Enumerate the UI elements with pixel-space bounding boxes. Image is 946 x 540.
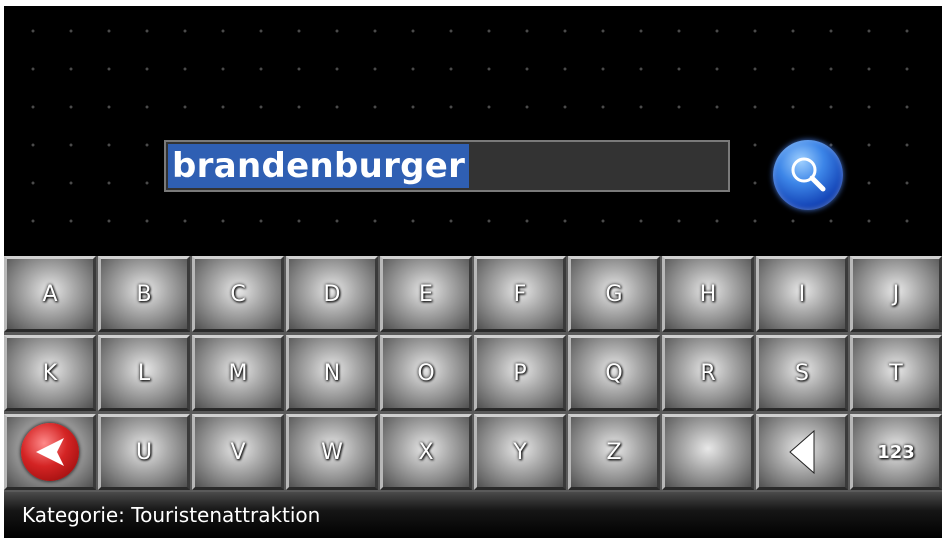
key-h[interactable]: H [662,256,754,332]
key-g[interactable]: G [568,256,660,332]
key-label: X [418,439,434,465]
key-label: Y [513,439,527,465]
key-i[interactable]: I [756,256,848,332]
key-label: C [230,281,246,307]
key-label: T [889,360,903,386]
key-m[interactable]: M [192,335,284,411]
key-label: Q [605,360,623,386]
key-label: U [135,439,153,465]
key-label: B [136,281,152,307]
key-label: I [798,281,806,307]
key-u[interactable]: U [98,414,190,490]
category-label: Kategorie: Touristenattraktion [22,503,321,527]
key-k[interactable]: K [4,335,96,411]
key-label: R [700,360,716,386]
key-label: S [795,360,809,386]
key-s[interactable]: S [756,335,848,411]
key-y[interactable]: Y [474,414,566,490]
key-label: O [417,360,435,386]
on-screen-keyboard: A B C D E F G H I J K L M N O P Q R S T … [4,256,942,492]
key-label: Z [606,439,622,465]
key-w[interactable]: W [286,414,378,490]
key-label: W [321,439,343,465]
key-q[interactable]: Q [568,335,660,411]
key-l[interactable]: L [98,335,190,411]
search-input-value: brandenburger [168,144,470,188]
back-button[interactable] [4,414,96,490]
key-label: V [230,439,246,465]
key-z[interactable]: Z [568,414,660,490]
key-o[interactable]: O [380,335,472,411]
key-label: K [42,360,58,386]
key-label: N [323,360,341,386]
key-p[interactable]: P [474,335,566,411]
numbers-button[interactable]: 123 [850,414,942,490]
key-c[interactable]: C [192,256,284,332]
key-label: A [42,281,58,307]
key-label: L [137,360,151,386]
numbers-button-label: 123 [877,441,915,463]
key-space[interactable] [662,414,754,490]
key-label: M [228,360,248,386]
status-bar: Kategorie: Touristenattraktion [4,492,942,538]
key-label: F [513,281,527,307]
key-t[interactable]: T [850,335,942,411]
magnifier-icon [791,157,826,192]
key-j[interactable]: J [850,256,942,332]
key-a[interactable]: A [4,256,96,332]
key-d[interactable]: D [286,256,378,332]
key-label: E [419,281,433,307]
key-x[interactable]: X [380,414,472,490]
key-label: G [605,281,623,307]
key-v[interactable]: V [192,414,284,490]
key-label: D [323,281,341,307]
dotted-background [4,6,942,256]
search-button[interactable] [773,140,843,210]
key-b[interactable]: B [98,256,190,332]
navigation-screen: brandenburger A B C D E F G H I J K L M … [4,6,942,538]
delete-left-arrow-icon [789,429,815,475]
key-f[interactable]: F [474,256,566,332]
key-label: P [513,360,527,386]
key-label: H [699,281,717,307]
search-input[interactable]: brandenburger [164,140,730,192]
back-arrow-icon [21,423,79,481]
key-r[interactable]: R [662,335,754,411]
delete-button[interactable] [756,414,848,490]
key-label: J [892,281,900,307]
key-n[interactable]: N [286,335,378,411]
key-e[interactable]: E [380,256,472,332]
